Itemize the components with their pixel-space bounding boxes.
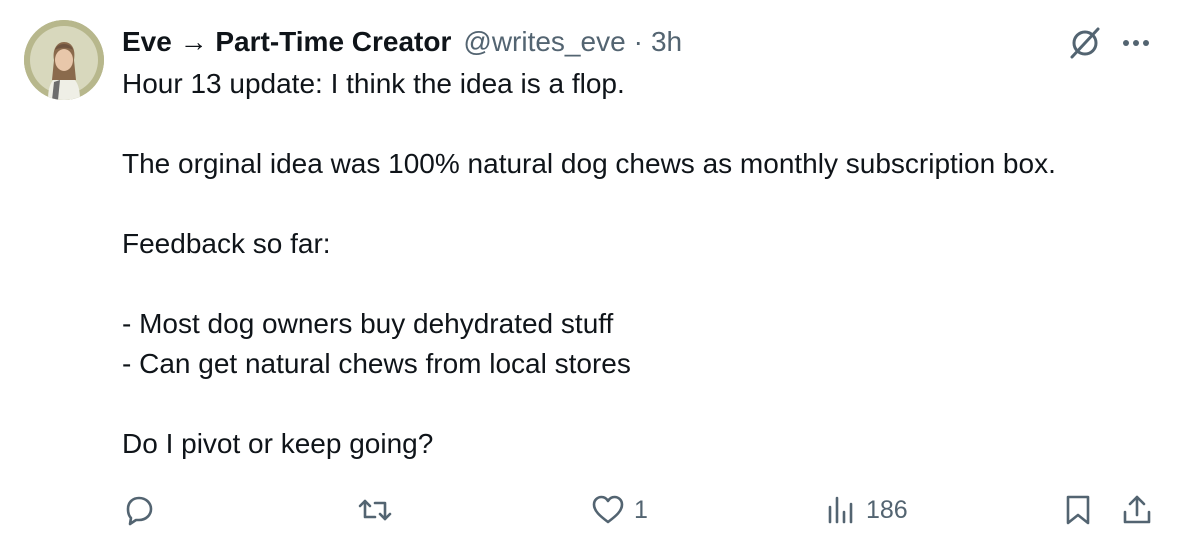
share-button[interactable] xyxy=(1120,486,1162,534)
tweet-line: Hour 13 update: I think the idea is a fl… xyxy=(122,68,625,99)
avatar[interactable] xyxy=(24,20,104,100)
reply-icon xyxy=(126,496,153,526)
tweet-line xyxy=(122,104,1182,144)
bookmark-icon xyxy=(1066,495,1090,525)
tweet: Eve → Part-Time Creator @writes_eve · 3h… xyxy=(0,0,1198,540)
tweet-line: Do I pivot or keep going? xyxy=(122,428,434,459)
tweet-line xyxy=(122,184,1182,224)
bookmark-button[interactable] xyxy=(1062,486,1102,534)
display-name[interactable]: Eve → Part-Time Creator xyxy=(122,26,451,58)
tweet-line: - Most dog owners buy dehydrated stuff xyxy=(122,308,614,339)
grok-icon[interactable] xyxy=(1066,24,1104,62)
views-button[interactable]: 186 xyxy=(824,486,908,534)
tweet-line xyxy=(122,384,1182,424)
tweet-line: Feedback so far: xyxy=(122,228,331,259)
tweet-text: Hour 13 update: I think the idea is a fl… xyxy=(122,64,1182,464)
heart-icon xyxy=(592,495,624,524)
views-count: 186 xyxy=(866,495,908,524)
tweet-line xyxy=(122,264,1182,304)
timestamp[interactable]: 3h xyxy=(651,26,682,58)
profile-photo-icon xyxy=(24,20,104,100)
share-icon xyxy=(1123,495,1151,524)
repost-icon xyxy=(358,499,392,521)
tweet-line: - Can get natural chews from local store… xyxy=(122,348,631,379)
handle[interactable]: @writes_eve xyxy=(463,26,625,58)
like-button[interactable]: 1 xyxy=(590,486,648,534)
more-icon[interactable] xyxy=(1118,26,1154,60)
repost-button[interactable] xyxy=(356,486,402,534)
action-bar: 1 186 xyxy=(0,486,1198,534)
views-icon xyxy=(828,496,853,524)
tweet-header: Eve → Part-Time Creator @writes_eve · 3h xyxy=(122,22,682,62)
reply-button[interactable] xyxy=(122,486,164,534)
like-count: 1 xyxy=(634,495,648,524)
separator-dot: · xyxy=(633,26,643,57)
tweet-line: The orginal idea was 100% natural dog ch… xyxy=(122,148,1056,179)
